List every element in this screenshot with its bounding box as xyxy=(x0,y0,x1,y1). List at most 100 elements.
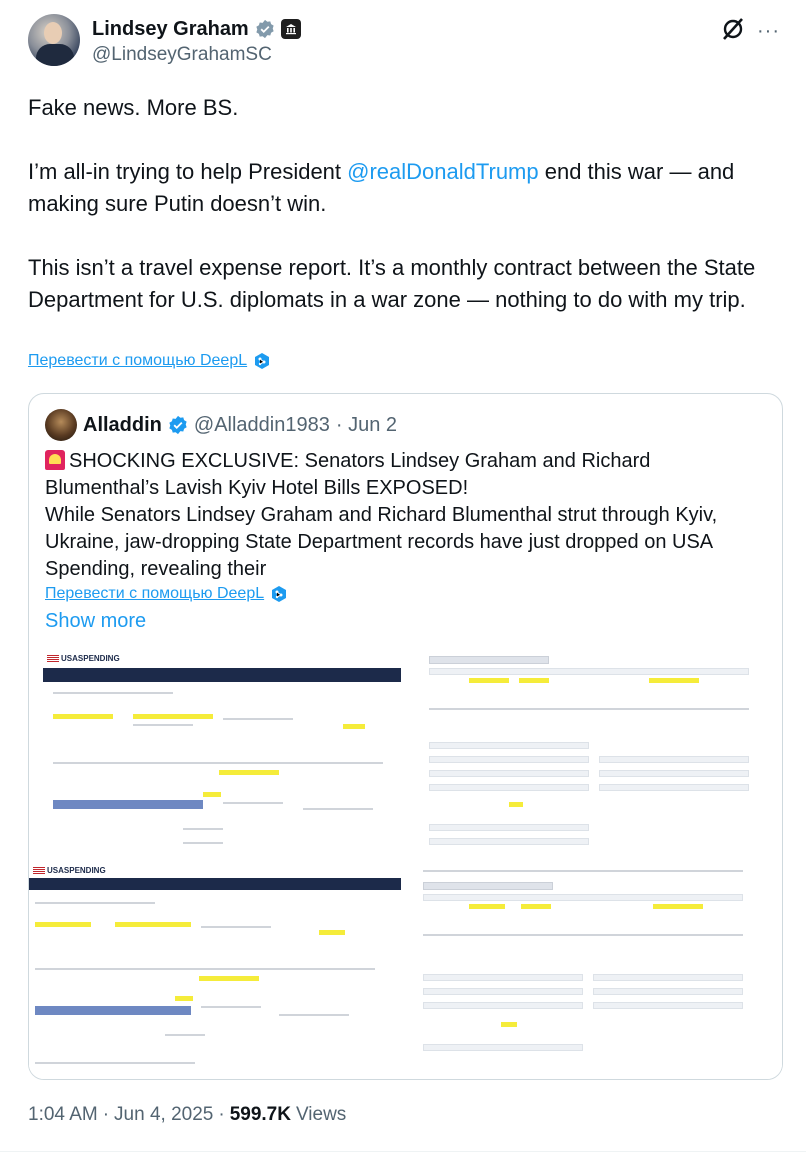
media-screenshot-top-right[interactable] xyxy=(409,652,782,862)
deepl-icon xyxy=(255,353,270,369)
highlight-hotel-description xyxy=(653,904,703,909)
media-screenshot-bottom-right[interactable] xyxy=(409,864,782,1074)
grok-icon[interactable] xyxy=(720,16,746,42)
bottom-divider xyxy=(0,1151,806,1152)
quoted-translate-label: Перевести с помощью DeepL xyxy=(45,585,265,602)
quoted-translate-link[interactable]: Перевести с помощью DeepL xyxy=(45,585,288,603)
additional-info-row xyxy=(599,784,749,791)
highlight-description xyxy=(219,770,279,775)
related-awards-line xyxy=(201,926,271,928)
translate-link[interactable]: Перевести с помощью DeepL xyxy=(28,352,271,370)
show-more-link[interactable]: Show more xyxy=(45,610,146,633)
highlight-description xyxy=(199,976,259,981)
highlight-obligated-amount xyxy=(175,996,193,1001)
award-id-line xyxy=(53,692,173,694)
transaction-tabs xyxy=(429,656,549,664)
media-screenshot-bottom-left[interactable]: USASPENDING xyxy=(29,864,401,1074)
views-count[interactable]: 599.7K xyxy=(230,1104,291,1126)
recipient-address-line xyxy=(133,724,193,726)
tweet-paragraph-3: This isn’t a travel expense report. It’s… xyxy=(28,255,756,312)
quoted-handle[interactable]: @Alladdin1983 xyxy=(194,414,330,437)
views-label: Views xyxy=(295,1104,347,1125)
additional-info-row xyxy=(593,988,743,995)
verified-badge-icon xyxy=(169,415,187,435)
pagination-line xyxy=(429,708,749,710)
highlight-amount xyxy=(519,678,549,683)
contract-summary-banner xyxy=(43,668,401,682)
tweet-time[interactable]: 1:04 AM xyxy=(28,1104,98,1126)
avatar-suit xyxy=(36,44,74,66)
transaction-table-header xyxy=(429,668,749,675)
highlight-recipient xyxy=(115,922,191,927)
award-id-line xyxy=(35,902,155,904)
tweet-meta: 1:04 AM · Jun 4, 2025 · 599.7K Views xyxy=(28,1104,346,1126)
deepl-icon xyxy=(272,586,287,602)
usaspending-logo: USASPENDING xyxy=(61,654,120,663)
obligated-amount-bar xyxy=(35,1006,191,1015)
current-award-amount-line xyxy=(183,828,223,830)
psc-line xyxy=(201,1006,261,1008)
naics-line xyxy=(279,1014,349,1016)
additional-info-row xyxy=(593,1002,743,1009)
highlight-action-date xyxy=(469,678,509,683)
related-awards-line xyxy=(223,718,293,720)
tweet-text-segment: I’m all-in trying to help President xyxy=(28,159,348,184)
mention-link[interactable]: @realDonaldTrump xyxy=(347,159,538,184)
additional-info-row xyxy=(429,838,589,845)
author-display-name[interactable]: Lindsey Graham xyxy=(92,18,249,41)
additional-info-row xyxy=(593,974,743,981)
additional-info-row xyxy=(599,770,749,777)
additional-info-row xyxy=(599,756,749,763)
award-history-header xyxy=(423,870,743,872)
transaction-table-header xyxy=(423,894,743,901)
naics-line xyxy=(303,808,373,810)
current-award-amount-line xyxy=(165,1034,205,1036)
author-handle[interactable]: @LindseyGrahamSC xyxy=(92,44,272,66)
translate-label: Перевести с помощью DeepL xyxy=(28,352,248,369)
additional-info-row xyxy=(429,756,589,763)
highlight-amount xyxy=(521,904,551,909)
additional-info-row xyxy=(423,1044,583,1051)
quoted-paragraph-2: While Senators Lindsey Graham and Richar… xyxy=(45,504,718,580)
tweet-date[interactable]: Jun 4, 2025 xyxy=(114,1104,213,1126)
additional-info-row xyxy=(429,742,589,749)
highlight-obligated-amount xyxy=(203,792,221,797)
tweet-body: Fake news. More BS. I’m all-in trying to… xyxy=(28,92,788,316)
author-avatar[interactable] xyxy=(28,14,80,66)
footer-line xyxy=(35,1062,195,1064)
avatar-face xyxy=(44,22,62,44)
psc-line xyxy=(223,802,283,804)
tweet-paragraph-1: Fake news. More BS. xyxy=(28,95,239,120)
us-flag-icon xyxy=(47,655,59,662)
meta-separator: · xyxy=(102,1104,110,1125)
media-screenshot-top-left[interactable]: USASPENDING xyxy=(43,652,401,862)
government-building-icon xyxy=(280,19,301,39)
highlight-place-of-performance xyxy=(509,802,523,807)
additional-info-row xyxy=(423,974,583,981)
potential-award-amount-line xyxy=(183,842,223,844)
highlight-place-of-performance xyxy=(501,1022,517,1027)
highlight-dates xyxy=(319,930,345,935)
quoted-avatar[interactable] xyxy=(45,409,77,441)
more-options-icon[interactable]: ··· xyxy=(757,20,780,43)
quoted-tweet[interactable]: Alladdin @Alladdin1983 · Jun 2 SHOCKING … xyxy=(28,393,783,1080)
highlight-dates xyxy=(343,724,365,729)
quoted-display-name[interactable]: Alladdin xyxy=(83,414,162,437)
meta-separator: · xyxy=(218,1104,225,1125)
additional-info-row xyxy=(429,784,589,791)
additional-info-row xyxy=(423,1002,583,1009)
additional-info-row xyxy=(429,770,589,777)
quoted-media-grid[interactable]: USASPENDING USASPENDING xyxy=(29,652,782,1079)
highlight-hotel-description xyxy=(649,678,699,683)
pagination-line xyxy=(423,934,743,936)
highlight-action-date xyxy=(469,904,505,909)
usaspending-logo: USASPENDING xyxy=(47,866,106,875)
obligated-amount-bar xyxy=(53,800,203,809)
transaction-tabs xyxy=(423,882,553,890)
siren-emoji-icon xyxy=(45,450,65,470)
tweet-header: Lindsey Graham @LindseyGrahamSC ··· xyxy=(28,14,780,70)
author-name-row: Lindsey Graham xyxy=(92,16,301,42)
quoted-date[interactable]: · Jun 2 xyxy=(336,414,397,437)
